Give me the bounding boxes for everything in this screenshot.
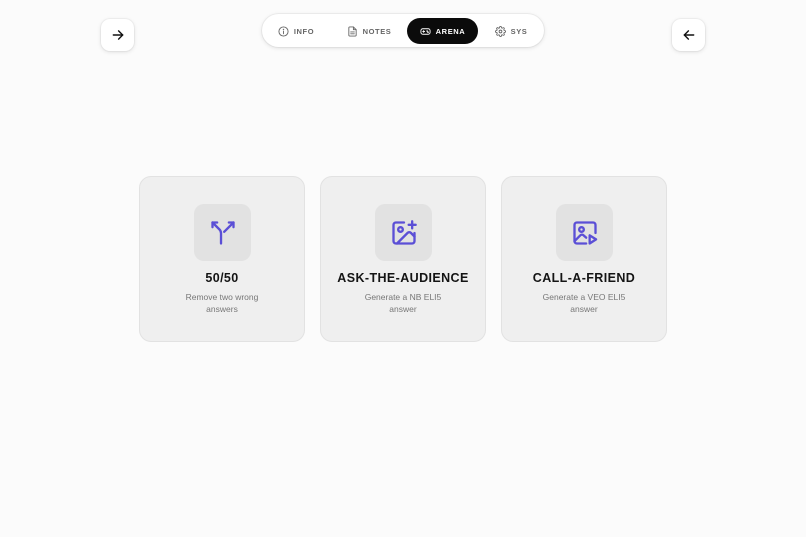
lifeline-card-ask-the-audience[interactable]: ASK-THE-AUDIENCE Generate a NB ELI5 answ… [320, 176, 486, 342]
tab-arena-label: ARENA [435, 26, 466, 36]
tab-info-label: INFO [293, 26, 315, 36]
tab-notes[interactable]: NOTES [340, 18, 398, 44]
info-icon [278, 25, 289, 37]
card-icon-box [375, 204, 432, 261]
tab-sys-label: SYS [510, 26, 528, 36]
page: INFO NOTES ARENA SYS 50/50 Remove two wr… [0, 0, 806, 537]
tab-arena[interactable]: ARENA [407, 18, 478, 44]
card-title: CALL-A-FRIEND [532, 271, 636, 285]
card-title: 50/50 [205, 271, 239, 285]
lifeline-card-call-a-friend[interactable]: CALL-A-FRIEND Generate a VEO ELI5 answer [501, 176, 667, 342]
card-description: Remove two wrong answers [185, 292, 259, 314]
document-icon [347, 25, 357, 37]
tab-info[interactable]: INFO [270, 18, 322, 44]
split-arrows-icon [210, 220, 235, 245]
card-description: Generate a VEO ELI5 answer [542, 292, 626, 314]
back-button[interactable] [672, 19, 705, 51]
image-play-icon [572, 220, 597, 245]
gamepad-icon [420, 27, 431, 35]
lifeline-card-5050[interactable]: 50/50 Remove two wrong answers [139, 176, 305, 342]
top-nav: INFO NOTES ARENA SYS [262, 14, 544, 47]
tab-sys[interactable]: SYS [490, 18, 532, 44]
card-icon-box [194, 204, 251, 261]
arrow-left-icon [683, 30, 694, 40]
arrow-right-icon [112, 30, 123, 40]
forward-button[interactable] [101, 19, 134, 51]
image-plus-icon [391, 219, 417, 245]
gear-icon [494, 25, 506, 37]
card-icon-box [556, 204, 613, 261]
tab-notes-label: NOTES [362, 26, 392, 36]
card-description: Generate a NB ELI5 answer [364, 292, 442, 314]
card-title: ASK-THE-AUDIENCE [337, 271, 469, 285]
